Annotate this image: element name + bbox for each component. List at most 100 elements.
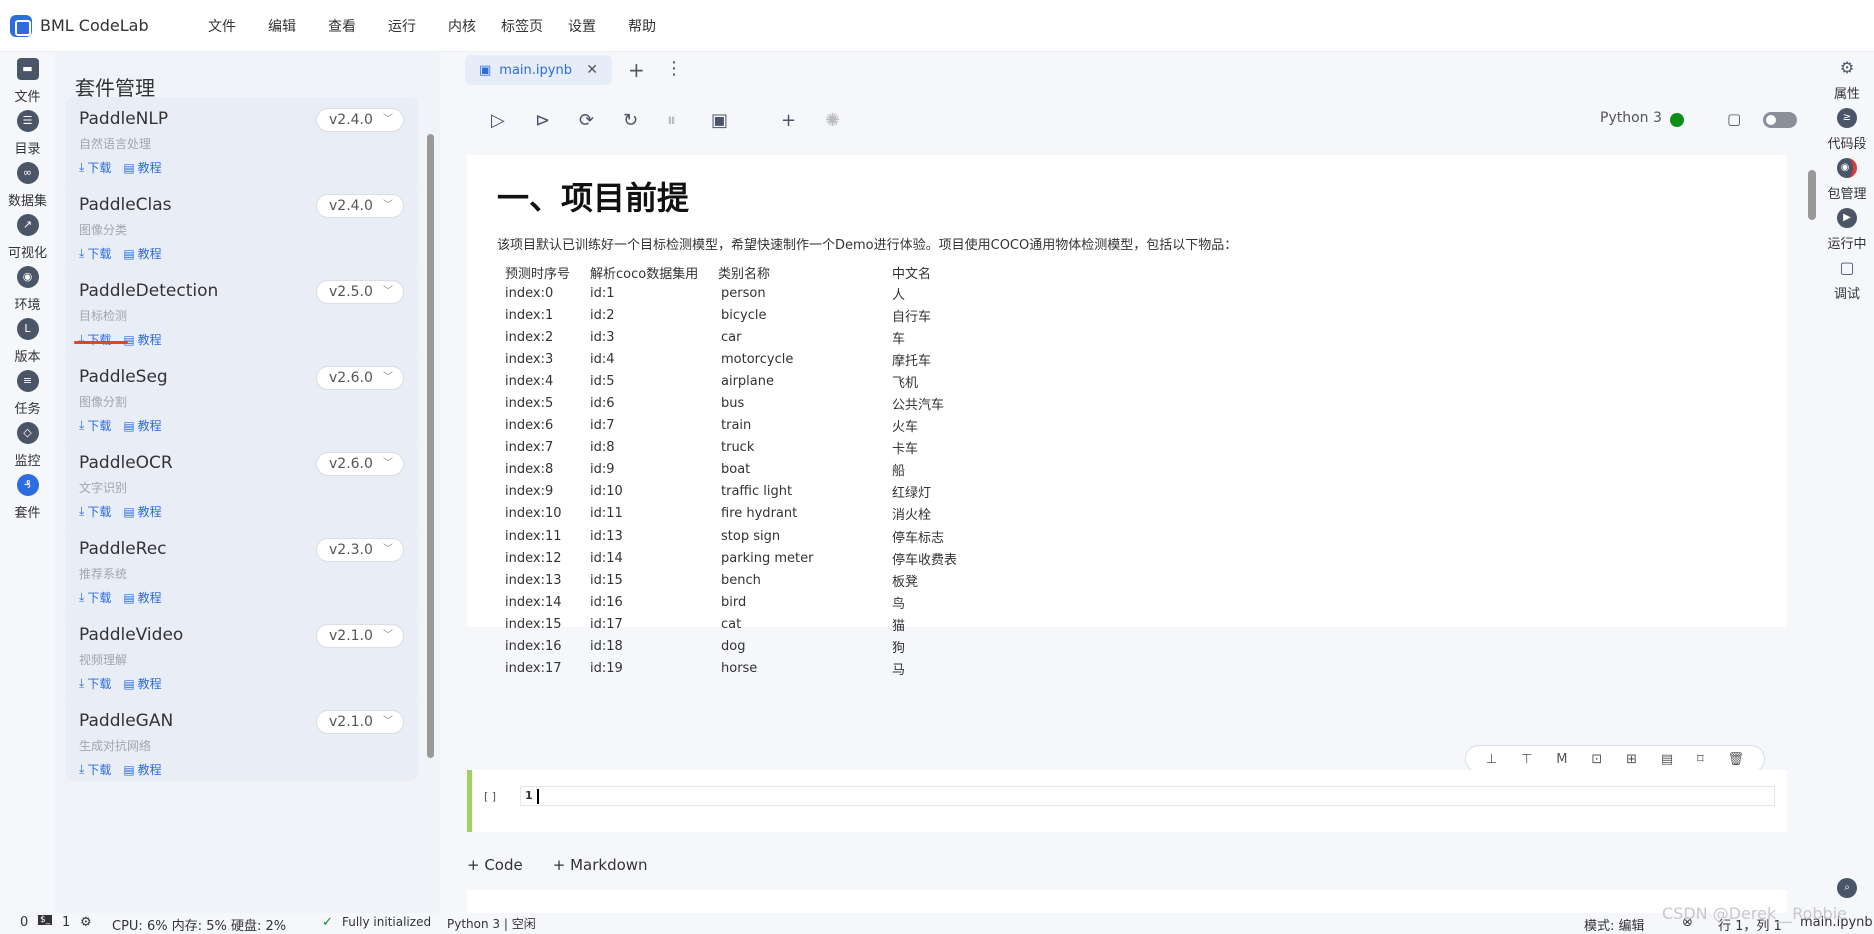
code-cell[interactable]: [ ] 1 [467,770,1787,832]
version-select[interactable]: v2.4.0 ﹀ [316,108,404,132]
code-editor[interactable]: 1 [520,786,1775,806]
tutorial-link[interactable]: ▤ 教程 [123,159,161,176]
add-cell-icon[interactable]: + [781,110,796,131]
download-link[interactable]: ⤓ 下载 [79,417,111,434]
menu-tabs[interactable]: 标签页 [492,16,552,36]
move-down-icon[interactable]: ⊤ [1521,752,1532,767]
table-row: index:10 id:11 fire hydrant 消火栓 [505,503,972,525]
add-markdown-button[interactable]: + Markdown [553,856,648,874]
panel-scrollbar[interactable] [427,118,435,918]
menu-kernel[interactable]: 内核 [432,16,492,36]
table-row: index:2 id:3 car 车 [505,326,972,348]
delete-icon[interactable]: 🗑 [1727,752,1744,767]
tutorial-link[interactable]: ▤ 教程 [123,761,161,778]
markdown-cell[interactable]: 一、项目前提 该项目默认已训练好一个目标检测模型，希望快速制作一个Demo进行体… [467,155,1787,678]
add-tab-icon[interactable]: + [628,58,645,82]
run-all-icon[interactable]: ⊳ [535,110,550,131]
kernel-status[interactable]: Python 3 | 空闲 [447,915,536,932]
table-cell: horse [721,661,758,677]
tutorial-link[interactable]: ▤ 教程 [123,331,161,348]
download-link[interactable]: ⤓ 下载 [79,761,111,778]
nav-datasets[interactable]: ∞ 数据集 [0,162,55,209]
nav-files[interactable]: ▬ 文件 [0,58,55,105]
menu-edit[interactable]: 编辑 [252,16,312,36]
suite-management-panel: 套件管理 PaddleNLP 自然语言处理 ⤓ 下载 ▤ 教程 v2.4.0 ﹀ Pa… [55,52,440,913]
version-select[interactable]: v2.6.0 ﹀ [316,452,404,476]
debug-icon[interactable]: ✺ [825,110,840,131]
version-select[interactable]: v2.1.0 ﹀ [316,710,404,734]
lock-icon[interactable]: ▢ [1727,110,1741,128]
split-cell-icon[interactable]: ⊞ [1626,752,1637,767]
toggle-switch[interactable] [1763,112,1797,128]
run-cell-icon[interactable]: ▷ [491,110,505,131]
right-search[interactable]: ⌕ [1820,878,1874,898]
panel-scrollbar-thumb[interactable] [427,134,434,758]
tab-main-ipynb[interactable]: ▣ main.ipynb ✕ [465,55,612,85]
tutorial-link[interactable]: ▤ 教程 [123,503,161,520]
download-link[interactable]: ⤓ 下载 [79,245,111,262]
restart-kernel-icon[interactable]: ↻ [623,110,638,131]
version-select[interactable]: v2.3.0 ﹀ [316,538,404,562]
kernel-count[interactable]: 1 [62,915,70,930]
more-vertical-icon[interactable]: ⋮ [665,58,683,79]
close-icon[interactable]: ✕ [586,62,598,78]
nav-tasks[interactable]: ≡ 任务 [0,370,55,417]
kernel-name[interactable]: Python 3 [1600,110,1662,126]
table-cell: id:9 [590,462,615,478]
table-cell: id:11 [590,506,623,522]
terminal-count[interactable]: 0 [20,915,28,930]
tutorial-link[interactable]: ▤ 教程 [123,675,161,692]
menu-help[interactable]: 帮助 [612,16,672,36]
save-icon[interactable]: ▣ [711,110,728,131]
table-cell: truck [721,440,755,456]
nav-monitor[interactable]: ◇ 监控 [0,422,55,469]
tutorial-link[interactable]: ▤ 教程 [123,589,161,606]
tutorial-link[interactable]: ▤ 教程 [123,417,161,434]
table-cell: 马 [892,663,906,679]
menu-settings[interactable]: 设置 [552,16,612,36]
chevron-down-icon: ﹀ [383,286,393,297]
package-name: PaddleRec [79,539,167,559]
right-properties[interactable]: ⚙ 属性 [1820,58,1874,102]
notebook-scrollbar-thumb[interactable] [1808,170,1816,220]
menu-view[interactable]: 查看 [312,16,372,36]
right-running[interactable]: ▶ 运行中 [1820,208,1874,252]
nav-toc[interactable]: ☰ 目录 [0,110,55,157]
nav-versions[interactable]: L 版本 [0,318,55,365]
download-link[interactable]: ⤓ 下载 [79,503,111,520]
tutorial-link[interactable]: ▤ 教程 [123,245,161,262]
nav-environment[interactable]: ◉ 环境 [0,266,55,313]
version-select[interactable]: v2.4.0 ﹀ [316,194,404,218]
insert-below-icon[interactable]: ⊡ [1591,752,1602,767]
right-packages[interactable]: ◉ 包管理 [1820,158,1874,202]
menu-run[interactable]: 运行 [372,16,432,36]
interrupt-icon[interactable]: ⏸ [667,110,676,131]
package-name: PaddleDetection [79,281,219,301]
bookmark-icon[interactable]: ⌑ [1697,752,1704,767]
play-circle-icon: ▶ [1837,208,1857,228]
right-debug[interactable]: ▢ 调试 [1820,258,1874,302]
add-code-button[interactable]: + Code [467,856,523,874]
app-logo: BML CodeLab [10,14,192,37]
menu-file[interactable]: 文件 [192,16,252,36]
table-cell: bench [721,572,761,588]
version-select[interactable]: v2.5.0 ﹀ [316,280,404,304]
download-link[interactable]: ⤓ 下载 [79,159,111,176]
nav-suites[interactable]: ₰ 套件 [0,474,55,521]
table-row: index:3 id:4 motorcycle 摩托车 [505,348,972,370]
table-cell: index:12 [505,550,562,566]
nav-visualization[interactable]: ↗ 可视化 [0,214,55,261]
version-select[interactable]: v2.1.0 ﹀ [316,624,404,648]
move-up-icon[interactable]: ⊥ [1486,752,1497,767]
right-snippets[interactable]: ≥ 代码段 [1820,108,1874,152]
markdown-icon[interactable]: M [1556,752,1567,767]
download-icon: ⤓ [79,762,85,776]
format-icon[interactable]: ▤ [1661,752,1673,767]
download-icon: ⤓ [79,418,85,432]
table-cell: index:11 [505,528,562,544]
download-link[interactable]: ⤓ 下载 [79,331,111,348]
version-select[interactable]: v2.6.0 ﹀ [316,366,404,390]
download-link[interactable]: ⤓ 下载 [79,589,111,606]
download-link[interactable]: ⤓ 下载 [79,675,111,692]
restart-run-icon[interactable]: ⟳ [579,110,594,131]
